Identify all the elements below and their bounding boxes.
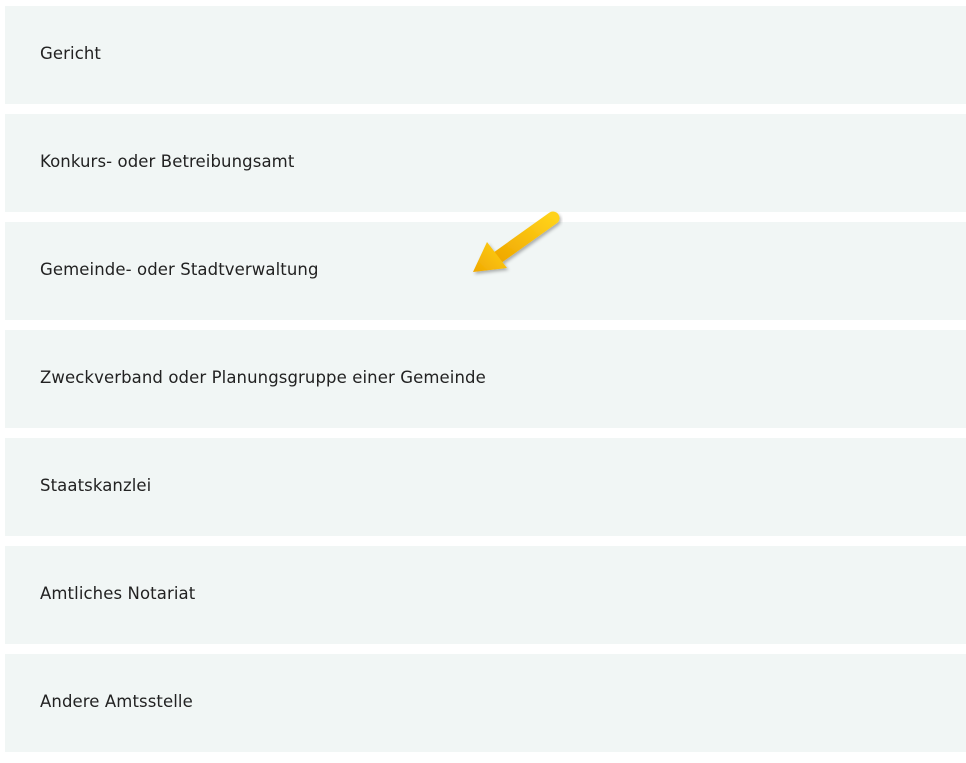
option-andere-amtsstelle[interactable]: Andere Amtsstelle <box>5 654 966 752</box>
option-label: Zweckverband oder Planungsgruppe einer G… <box>40 367 486 387</box>
option-label: Gemeinde- oder Stadtverwaltung <box>40 259 319 279</box>
option-zweckverband-oder-planungsgruppe[interactable]: Zweckverband oder Planungsgruppe einer G… <box>5 330 966 428</box>
option-label: Konkurs- oder Betreibungsamt <box>40 151 295 171</box>
option-gemeinde-oder-stadtverwaltung[interactable]: Gemeinde- oder Stadtverwaltung <box>5 222 966 320</box>
option-amtliches-notariat[interactable]: Amtliches Notariat <box>5 546 966 644</box>
option-label: Gericht <box>40 43 102 63</box>
option-konkurs-oder-betreibungsamt[interactable]: Konkurs- oder Betreibungsamt <box>5 114 966 212</box>
option-staatskanzlei[interactable]: Staatskanzlei <box>5 438 966 536</box>
option-label: Amtliches Notariat <box>40 583 196 603</box>
option-label: Andere Amtsstelle <box>40 691 193 711</box>
option-gericht[interactable]: Gericht <box>5 6 966 104</box>
option-list: Gericht Konkurs- oder Betreibungsamt Gem… <box>5 6 966 752</box>
option-label: Staatskanzlei <box>40 475 152 495</box>
